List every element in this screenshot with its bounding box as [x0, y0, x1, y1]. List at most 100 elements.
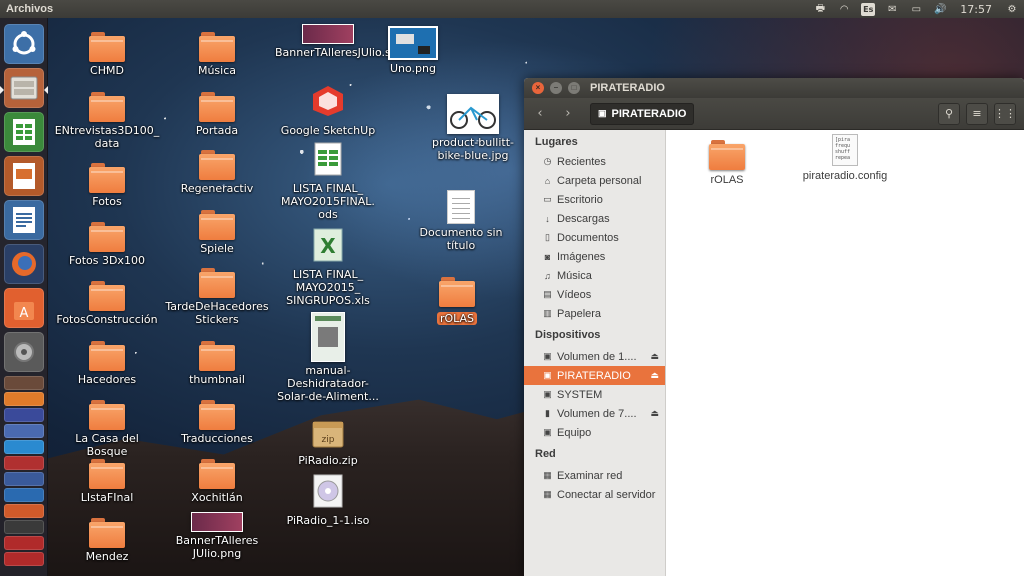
gear-icon[interactable]: ⚙	[1000, 0, 1024, 18]
eject-icon[interactable]: ⏏	[650, 370, 659, 381]
active-app-title: Archivos	[6, 3, 54, 15]
places-sidebar: Lugares ◷ Recientes ⌂ Carpeta personal ▭ Es…	[524, 130, 666, 576]
battery-icon[interactable]: ▭	[904, 0, 928, 18]
desktop-folder-mendez[interactable]: Mendez	[52, 518, 162, 563]
desktop-file-piradio-iso[interactable]: PiRadio_1-1.iso	[273, 474, 383, 527]
view-toggle-button[interactable]: ⋮⋮	[994, 102, 1016, 125]
desktop-folder-traducciones[interactable]: Traducciones	[162, 400, 272, 445]
desktop-folder-regeneractiv[interactable]: Regeneractiv	[162, 150, 272, 195]
close-button[interactable]: ×	[532, 82, 544, 94]
desktop-folder-chmd[interactable]: CHMD	[52, 32, 162, 77]
software-center-launcher[interactable]: A	[4, 288, 44, 328]
sidebar-item-papelera[interactable]: ▥ Papelera	[524, 304, 665, 323]
launcher-app-stack-5[interactable]	[4, 440, 44, 454]
sidebar-item-recientes[interactable]: ◷ Recientes	[524, 152, 665, 171]
calc-launcher[interactable]	[4, 112, 44, 152]
sidebar-item-examinar-red[interactable]: ▦ Examinar red	[524, 466, 665, 485]
minimize-button[interactable]: –	[550, 82, 562, 94]
sidebar-item-documentos[interactable]: ▯ Documentos	[524, 228, 665, 247]
mail-icon[interactable]: ✉	[880, 0, 904, 18]
keyboard-indicator[interactable]: Es	[856, 0, 880, 18]
text-document-icon	[13, 207, 35, 233]
volume-icon[interactable]: 🔊	[928, 0, 952, 18]
banner-thumbnail	[191, 512, 243, 532]
launcher-app-stack-2[interactable]	[4, 392, 44, 406]
desktop-app-sketchup[interactable]: Google SketchUp	[273, 84, 383, 137]
sidebar-item-conectar-servidor[interactable]: ▦ Conectar al servidor	[524, 485, 665, 504]
launcher-app-stack-4[interactable]	[4, 424, 44, 438]
desktop-folder-lacasa[interactable]: La Casa del Bosque	[52, 400, 162, 458]
sidebar-item-descargas[interactable]: ↓ Descargas	[524, 209, 665, 228]
desktop-file-banner-png[interactable]: BannerTAlleres JUlio.png	[162, 512, 272, 560]
desktop-folder-hacedores[interactable]: Hacedores	[52, 341, 162, 386]
svg-text:A: A	[20, 306, 29, 321]
sidebar-item-volumen-7[interactable]: ▮ Volumen de 7.... ⏏	[524, 404, 665, 423]
desktop-file-listafinal-xls[interactable]: X LISTA FINAL_ MAYO2015_ SINGRUPOS.xls	[273, 228, 383, 307]
sidebar-item-equipo[interactable]: ▣ Equipo	[524, 423, 665, 442]
launcher-sd-card-2[interactable]	[4, 552, 44, 566]
launcher-sd-card-1[interactable]	[4, 536, 44, 550]
launcher-app-stack-9[interactable]	[4, 504, 44, 518]
eject-icon[interactable]: ⏏	[650, 351, 659, 362]
firefox-launcher[interactable]	[4, 244, 44, 284]
path-bar-button[interactable]: ▣ PIRATERADIO	[590, 102, 695, 125]
sidebar-item-escritorio[interactable]: ▭ Escritorio	[524, 190, 665, 209]
dash-button[interactable]	[4, 24, 44, 64]
back-button[interactable]: ‹	[528, 103, 552, 125]
desktop-file-manual-pdf[interactable]: manual-Deshidratador-Solar-de-Aliment...	[273, 312, 383, 403]
eject-icon[interactable]: ⏏	[650, 408, 659, 419]
forward-button[interactable]: ›	[556, 103, 580, 125]
desktop-file-piradio-zip[interactable]: zip PiRadio.zip	[273, 418, 383, 467]
sidebar-item-videos[interactable]: ▤ Vídeos	[524, 285, 665, 304]
window-title: PIRATERADIO	[590, 82, 665, 94]
desktop-folder-spiele[interactable]: Spiele	[162, 210, 272, 255]
top-panel: Archivos 🖶 ◠ Es ✉ ▭ 🔊 17:57 ⚙	[0, 0, 1024, 18]
bike-thumbnail	[447, 94, 499, 134]
sidebar-item-system[interactable]: ▣ SYSTEM	[524, 385, 665, 404]
sidebar-item-imagenes[interactable]: ◙ Imágenes	[524, 247, 665, 266]
arduino-thumbnail	[388, 26, 438, 60]
maximize-button[interactable]: □	[568, 82, 580, 94]
desktop-folder-musica[interactable]: Música	[162, 32, 272, 77]
desktop-folder-fotos[interactable]: Fotos	[52, 163, 162, 208]
desktop-file-listafinal-ods[interactable]: LISTA FINAL_ MAYO2015FINAL. ods	[273, 142, 383, 221]
desktop-folder-fotosconstruccion[interactable]: FotosConstrucción	[52, 281, 162, 326]
search-button[interactable]: ⚲	[938, 102, 960, 125]
file-item-rolas[interactable]: rOLAS	[672, 140, 782, 186]
desktop-folder-entrevistas[interactable]: ENtrevistas3D100_ data	[52, 92, 162, 150]
desktop-folder-tardedehacedores[interactable]: TardeDeHacedores Stickers	[162, 268, 272, 326]
desktop-folder-thumbnail[interactable]: thumbnail	[162, 341, 272, 386]
hamburger-icon: ≡	[972, 107, 982, 120]
sidebar-header-devices: Dispositivos	[535, 329, 601, 341]
file-view[interactable]: rOLAS [pira frequ shuff repea pirateradi…	[666, 130, 1024, 576]
presentation-icon	[13, 163, 35, 189]
launcher-app-stack-1[interactable]	[4, 376, 44, 390]
launcher-app-stack-6[interactable]	[4, 456, 44, 470]
file-item-pirateradio-config[interactable]: [pira frequ shuff repea pirateradio.conf…	[790, 134, 900, 182]
desktop-folder-portada[interactable]: Portada	[162, 92, 272, 137]
desktop-folder-fotos3d[interactable]: Fotos 3Dx100	[52, 222, 162, 267]
sidebar-item-pirateradio[interactable]: ▣ PIRATERADIO ⏏	[524, 366, 665, 385]
settings-launcher[interactable]	[4, 332, 44, 372]
files-launcher[interactable]	[4, 68, 44, 108]
menu-button[interactable]: ≡	[966, 102, 988, 125]
writer-launcher[interactable]	[4, 200, 44, 240]
clock[interactable]: 17:57	[952, 3, 1000, 16]
sidebar-item-volumen-1[interactable]: ▣ Volumen de 1.... ⏏	[524, 347, 665, 366]
desktop-file-documento[interactable]: Documento sin título	[406, 190, 516, 252]
window-titlebar[interactable]: × – □ PIRATERADIO	[524, 78, 1024, 98]
launcher-app-stack-7[interactable]	[4, 472, 44, 486]
sidebar-item-musica[interactable]: ♫ Música	[524, 266, 665, 285]
printer-icon[interactable]: 🖶	[808, 0, 832, 18]
desktop-folder-rolas[interactable]: rOLAS	[402, 277, 512, 326]
launcher-app-stack-3[interactable]	[4, 408, 44, 422]
desktop-file-bike-jpg[interactable]: product-bullitt-bike-blue.jpg	[418, 94, 528, 162]
desktop-folder-xochitlan[interactable]: Xochitlán	[162, 459, 272, 504]
launcher-app-stack-8[interactable]	[4, 488, 44, 502]
launcher-app-stack-10[interactable]	[4, 520, 44, 534]
impress-launcher[interactable]	[4, 156, 44, 196]
desktop-folder-listafinal[interactable]: LIstaFInal	[52, 459, 162, 504]
sidebar-item-carpeta-personal[interactable]: ⌂ Carpeta personal	[524, 171, 665, 190]
desktop-file-uno-png[interactable]: Uno.png	[358, 26, 468, 75]
wifi-icon[interactable]: ◠	[832, 0, 856, 18]
